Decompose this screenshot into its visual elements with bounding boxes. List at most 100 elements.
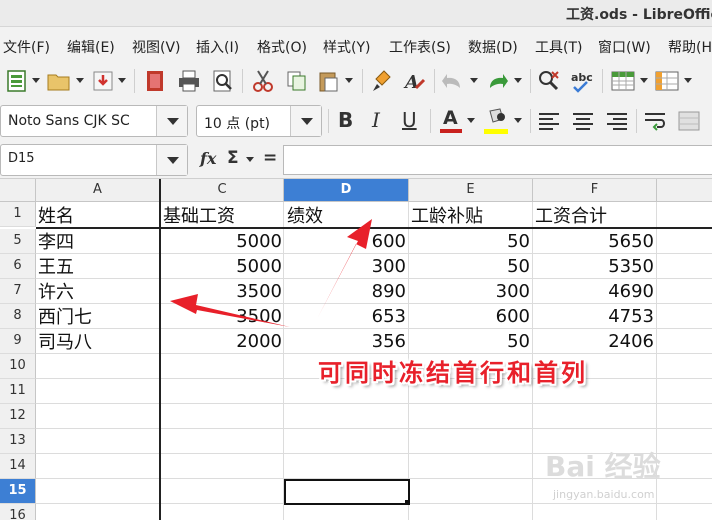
menu-sheet[interactable]: 工作表(S)	[389, 37, 451, 57]
cell-base-salary[interactable]: 3500	[162, 281, 282, 302]
font-size-dropdown[interactable]	[290, 106, 321, 136]
print-icon[interactable]	[176, 68, 202, 94]
undo-icon[interactable]	[440, 68, 466, 94]
font-name-dropdown[interactable]	[156, 106, 187, 136]
cell-name[interactable]: 王五	[38, 253, 156, 279]
cell-name[interactable]: 许六	[38, 278, 156, 304]
cell-c1[interactable]: 基础工资	[163, 202, 281, 228]
clear-formatting-icon[interactable]: A	[402, 68, 428, 94]
row-header-1[interactable]: 1	[0, 202, 36, 227]
row-header-8[interactable]: 8	[0, 304, 36, 329]
cell-performance[interactable]: 600	[286, 231, 406, 252]
name-box-dropdown[interactable]	[156, 145, 187, 175]
column-header-e[interactable]: E	[409, 179, 533, 202]
column-icon[interactable]	[654, 68, 680, 94]
column-header-a[interactable]: A	[36, 179, 160, 202]
underline-button[interactable]: U	[402, 108, 417, 132]
copy-icon[interactable]	[284, 68, 310, 94]
select-all-corner[interactable]	[0, 179, 36, 202]
bold-button[interactable]: B	[338, 108, 353, 132]
redo-icon[interactable]	[484, 68, 510, 94]
spelling-icon[interactable]: abc	[570, 68, 596, 94]
cell-a1[interactable]: 姓名	[38, 202, 156, 228]
paste-dropdown-icon[interactable]	[345, 78, 353, 83]
menu-insert[interactable]: 插入(I)	[196, 37, 239, 57]
cell-name[interactable]: 司马八	[38, 328, 156, 354]
font-size-combo[interactable]: 10 点 (pt)	[196, 105, 322, 137]
row-header-14[interactable]: 14	[0, 454, 36, 479]
align-center-icon[interactable]	[570, 108, 596, 134]
row-header-12[interactable]: 12	[0, 404, 36, 429]
column-header-d[interactable]: D	[284, 179, 409, 202]
row-header-6[interactable]: 6	[0, 254, 36, 279]
column-header-c[interactable]: C	[161, 179, 284, 202]
font-color-button[interactable]: A	[438, 107, 466, 135]
wrap-text-icon[interactable]	[642, 108, 668, 134]
cut-icon[interactable]	[250, 68, 276, 94]
sum-dropdown-icon[interactable]	[246, 157, 254, 162]
cell-total-salary[interactable]: 2406	[534, 331, 654, 352]
cell-total-salary[interactable]: 4753	[534, 306, 654, 327]
cell-seniority-allowance[interactable]: 50	[410, 331, 530, 352]
open-dropdown-icon[interactable]	[76, 78, 84, 83]
row-header-15[interactable]: 15	[0, 479, 36, 504]
menu-help[interactable]: 帮助(H	[668, 37, 712, 57]
menu-styles[interactable]: 样式(Y)	[323, 37, 370, 57]
menu-tools[interactable]: 工具(T)	[535, 37, 582, 57]
function-wizard-button[interactable]: fx	[200, 149, 216, 168]
menu-file[interactable]: 文件(F)	[3, 37, 50, 57]
new-dropdown-icon[interactable]	[32, 78, 40, 83]
new-icon[interactable]	[4, 68, 30, 94]
align-left-icon[interactable]	[536, 108, 562, 134]
cell-base-salary[interactable]: 5000	[162, 256, 282, 277]
italic-button[interactable]: I	[372, 108, 380, 132]
cell-name[interactable]: 西门七	[38, 303, 156, 329]
cell-seniority-allowance[interactable]: 300	[410, 281, 530, 302]
print-preview-icon[interactable]	[210, 68, 236, 94]
name-box[interactable]: D15	[0, 144, 188, 176]
column-dropdown-icon[interactable]	[684, 78, 692, 83]
redo-dropdown-icon[interactable]	[514, 78, 522, 83]
cell-base-salary[interactable]: 3500	[162, 306, 282, 327]
row-dropdown-icon[interactable]	[640, 78, 648, 83]
formula-button[interactable]: =	[263, 148, 277, 168]
merge-cells-icon[interactable]	[676, 108, 702, 134]
row-header-7[interactable]: 7	[0, 279, 36, 304]
row-header-10[interactable]: 10	[0, 354, 36, 379]
cell-performance[interactable]: 653	[286, 306, 406, 327]
cell-performance[interactable]: 356	[286, 331, 406, 352]
menu-data[interactable]: 数据(D)	[468, 37, 518, 57]
fill-handle[interactable]	[405, 500, 410, 505]
find-replace-icon[interactable]	[536, 68, 562, 94]
menu-format[interactable]: 格式(O)	[257, 37, 307, 57]
open-icon[interactable]	[46, 68, 72, 94]
row-icon[interactable]	[610, 68, 636, 94]
row-header-13[interactable]: 13	[0, 429, 36, 454]
save-dropdown-icon[interactable]	[118, 78, 126, 83]
export-pdf-icon[interactable]	[142, 68, 168, 94]
cell-f1[interactable]: 工资合计	[535, 202, 653, 228]
cell-seniority-allowance[interactable]: 50	[410, 231, 530, 252]
column-header-f[interactable]: F	[533, 179, 657, 202]
cell-performance[interactable]: 890	[286, 281, 406, 302]
cell-total-salary[interactable]: 4690	[534, 281, 654, 302]
cell-d1[interactable]: 绩效	[287, 202, 405, 228]
menu-view[interactable]: 视图(V)	[132, 37, 181, 57]
row-header-11[interactable]: 11	[0, 379, 36, 404]
highlight-dropdown-icon[interactable]	[514, 118, 522, 123]
cell-name[interactable]: 李四	[38, 228, 156, 254]
undo-dropdown-icon[interactable]	[470, 78, 478, 83]
menu-window[interactable]: 窗口(W)	[598, 37, 651, 57]
sum-button[interactable]: Σ	[227, 148, 239, 168]
menu-edit[interactable]: 编辑(E)	[67, 37, 115, 57]
cell-base-salary[interactable]: 5000	[162, 231, 282, 252]
save-icon[interactable]	[90, 68, 116, 94]
cell-total-salary[interactable]: 5650	[534, 231, 654, 252]
cell-base-salary[interactable]: 2000	[162, 331, 282, 352]
cell-total-salary[interactable]: 5350	[534, 256, 654, 277]
cell-seniority-allowance[interactable]: 50	[410, 256, 530, 277]
font-color-dropdown-icon[interactable]	[467, 118, 475, 123]
cell-e1[interactable]: 工龄补贴	[411, 202, 529, 228]
clone-formatting-icon[interactable]	[370, 68, 396, 94]
paste-icon[interactable]	[316, 68, 342, 94]
